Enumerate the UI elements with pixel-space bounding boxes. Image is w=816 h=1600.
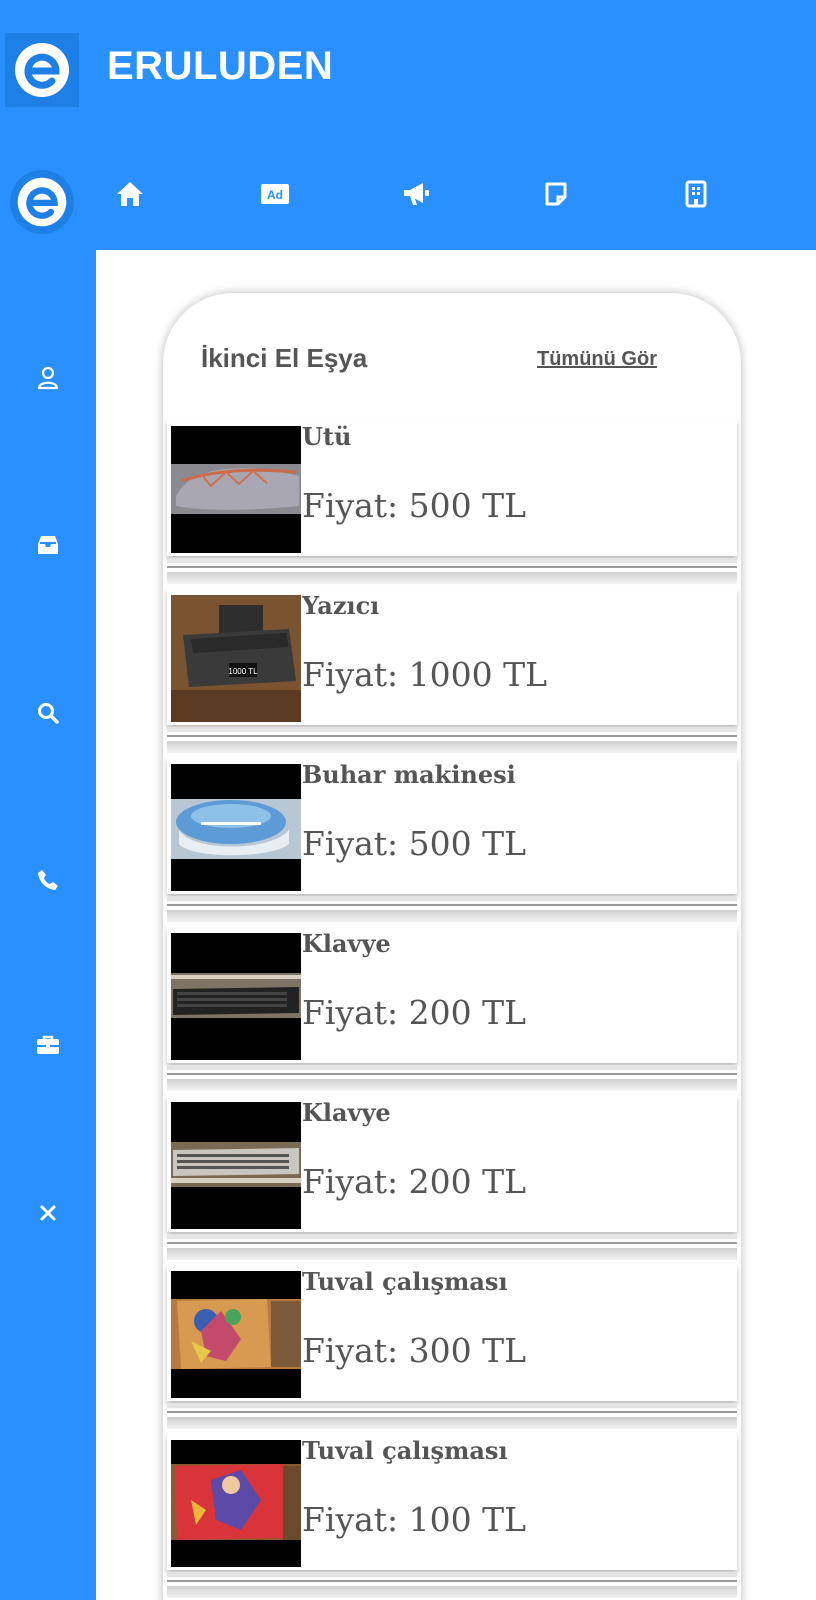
item-image[interactable] — [171, 764, 301, 891]
keyboard-image — [171, 933, 301, 1060]
eruluden-logo-icon — [15, 43, 69, 97]
divider — [167, 566, 737, 568]
item-name[interactable]: Tuval çalışması — [302, 1436, 508, 1465]
main-content: İkinci El Eşya Tümünü Gör Utü Fiyat: 500… — [96, 250, 816, 1600]
item-price: Fiyat: 100 TL — [302, 1500, 527, 1539]
divider — [167, 1411, 737, 1413]
list-item-row[interactable]: Klavye Fiyat: 200 TL — [167, 1094, 737, 1232]
list-item[interactable]: Buhar makinesi Fiyat: 500 TL — [167, 756, 737, 924]
item-image[interactable] — [171, 1440, 301, 1567]
divider — [167, 1079, 737, 1091]
item-name[interactable]: Klavye — [302, 1098, 391, 1127]
sidebar-item-search[interactable] — [28, 693, 68, 733]
megaphone-icon — [404, 183, 429, 205]
divider — [167, 735, 737, 737]
divider — [167, 1242, 737, 1244]
divider — [167, 1248, 737, 1260]
list-item[interactable]: Klavye Fiyat: 200 TL — [167, 925, 737, 1093]
list-item-row[interactable]: Utü Fiyat: 500 TL — [167, 418, 737, 556]
item-name[interactable]: Klavye — [302, 929, 391, 958]
divider — [167, 1234, 737, 1239]
second-hand-card: İkinci El Eşya Tümünü Gör Utü Fiyat: 500… — [163, 293, 741, 1600]
nav-notes[interactable] — [538, 176, 574, 212]
building-icon — [685, 180, 707, 208]
search-icon — [38, 703, 59, 724]
divider — [167, 741, 737, 753]
user-icon — [37, 366, 59, 390]
list-item[interactable]: Klavye Fiyat: 200 TL — [167, 1094, 737, 1262]
divider — [167, 904, 737, 906]
item-image[interactable] — [171, 1102, 301, 1229]
divider — [167, 572, 737, 584]
list-item-row[interactable]: Tuval çalışması Fiyat: 300 TL — [167, 1263, 737, 1401]
home-icon — [117, 182, 143, 206]
eruluden-logo-icon — [17, 177, 67, 227]
divider — [167, 558, 737, 563]
sidebar-item-inbox[interactable] — [28, 525, 68, 565]
item-image[interactable] — [171, 1271, 301, 1398]
sidebar-item-jobs[interactable] — [28, 1025, 68, 1065]
list-item[interactable]: Utü Fiyat: 500 TL — [167, 418, 737, 586]
item-price: Fiyat: 300 TL — [302, 1331, 527, 1370]
steamer-image — [171, 764, 301, 891]
divider — [167, 1572, 737, 1577]
divider — [167, 1586, 737, 1598]
item-price: Fiyat: 200 TL — [302, 1162, 527, 1201]
nav-home[interactable] — [112, 176, 148, 212]
item-price: Fiyat: 500 TL — [302, 486, 527, 525]
list-item[interactable]: Tuval çalışması Fiyat: 100 TL — [167, 1432, 737, 1600]
list-item-row[interactable]: Klavye Fiyat: 200 TL — [167, 925, 737, 1063]
iron-image — [171, 426, 301, 553]
item-name[interactable]: Tuval çalışması — [302, 1267, 508, 1296]
item-price: Fiyat: 500 TL — [302, 824, 527, 863]
item-image[interactable] — [171, 933, 301, 1060]
divider — [167, 896, 737, 901]
item-name[interactable]: Utü — [302, 422, 351, 451]
divider — [167, 1417, 737, 1429]
see-all-link[interactable]: Tümünü Gör — [537, 348, 657, 371]
divider — [167, 910, 737, 922]
divider — [167, 727, 737, 732]
item-price: Fiyat: 200 TL — [302, 993, 527, 1032]
nav-ads[interactable]: Ad — [257, 176, 293, 212]
sidebar-item-profile[interactable] — [28, 358, 68, 398]
list-item-row[interactable]: Buhar makinesi Fiyat: 500 TL — [167, 756, 737, 894]
canvas-painting-image — [171, 1440, 301, 1567]
sidebar — [0, 250, 96, 1600]
list-item[interactable]: 1000 TL Yazıcı Fiyat: 1000 TL — [167, 587, 737, 755]
ad-icon: Ad — [261, 184, 289, 204]
item-image[interactable]: 1000 TL — [171, 595, 301, 722]
app-title: ERULUDEN — [107, 44, 334, 88]
nav-announcements[interactable] — [398, 176, 434, 212]
nav-logo[interactable] — [10, 170, 74, 234]
list-item[interactable]: Tuval çalışması Fiyat: 300 TL — [167, 1263, 737, 1431]
item-image[interactable] — [171, 426, 301, 553]
canvas-painting-image — [171, 1271, 301, 1398]
app-logo[interactable] — [5, 33, 79, 107]
printer-image: 1000 TL — [171, 595, 301, 722]
item-name[interactable]: Yazıcı — [302, 591, 379, 620]
section-title: İkinci El Eşya — [201, 343, 368, 373]
item-name[interactable]: Buhar makinesi — [302, 760, 516, 789]
list-item-row[interactable]: 1000 TL Yazıcı Fiyat: 1000 TL — [167, 587, 737, 725]
divider — [167, 1403, 737, 1408]
divider — [167, 1580, 737, 1582]
briefcase-icon — [37, 1035, 59, 1054]
phone-icon — [38, 870, 58, 890]
nav-buildings[interactable] — [678, 176, 714, 212]
keyboard-image — [171, 1102, 301, 1229]
item-price: Fiyat: 1000 TL — [302, 655, 548, 694]
top-nav: Ad — [0, 140, 816, 250]
list-item-row[interactable]: Tuval çalışması Fiyat: 100 TL — [167, 1432, 737, 1570]
svg-text:Ad: Ad — [267, 188, 283, 202]
close-icon — [40, 1205, 56, 1221]
printer-price-tag: 1000 TL — [228, 667, 258, 676]
app-bar: ERULUDEN — [0, 0, 816, 140]
sidebar-item-phone[interactable] — [28, 860, 68, 900]
note-icon — [545, 182, 567, 206]
inbox-icon — [38, 536, 58, 554]
sidebar-item-close[interactable] — [28, 1193, 68, 1233]
divider — [167, 1073, 737, 1075]
divider — [167, 1065, 737, 1070]
